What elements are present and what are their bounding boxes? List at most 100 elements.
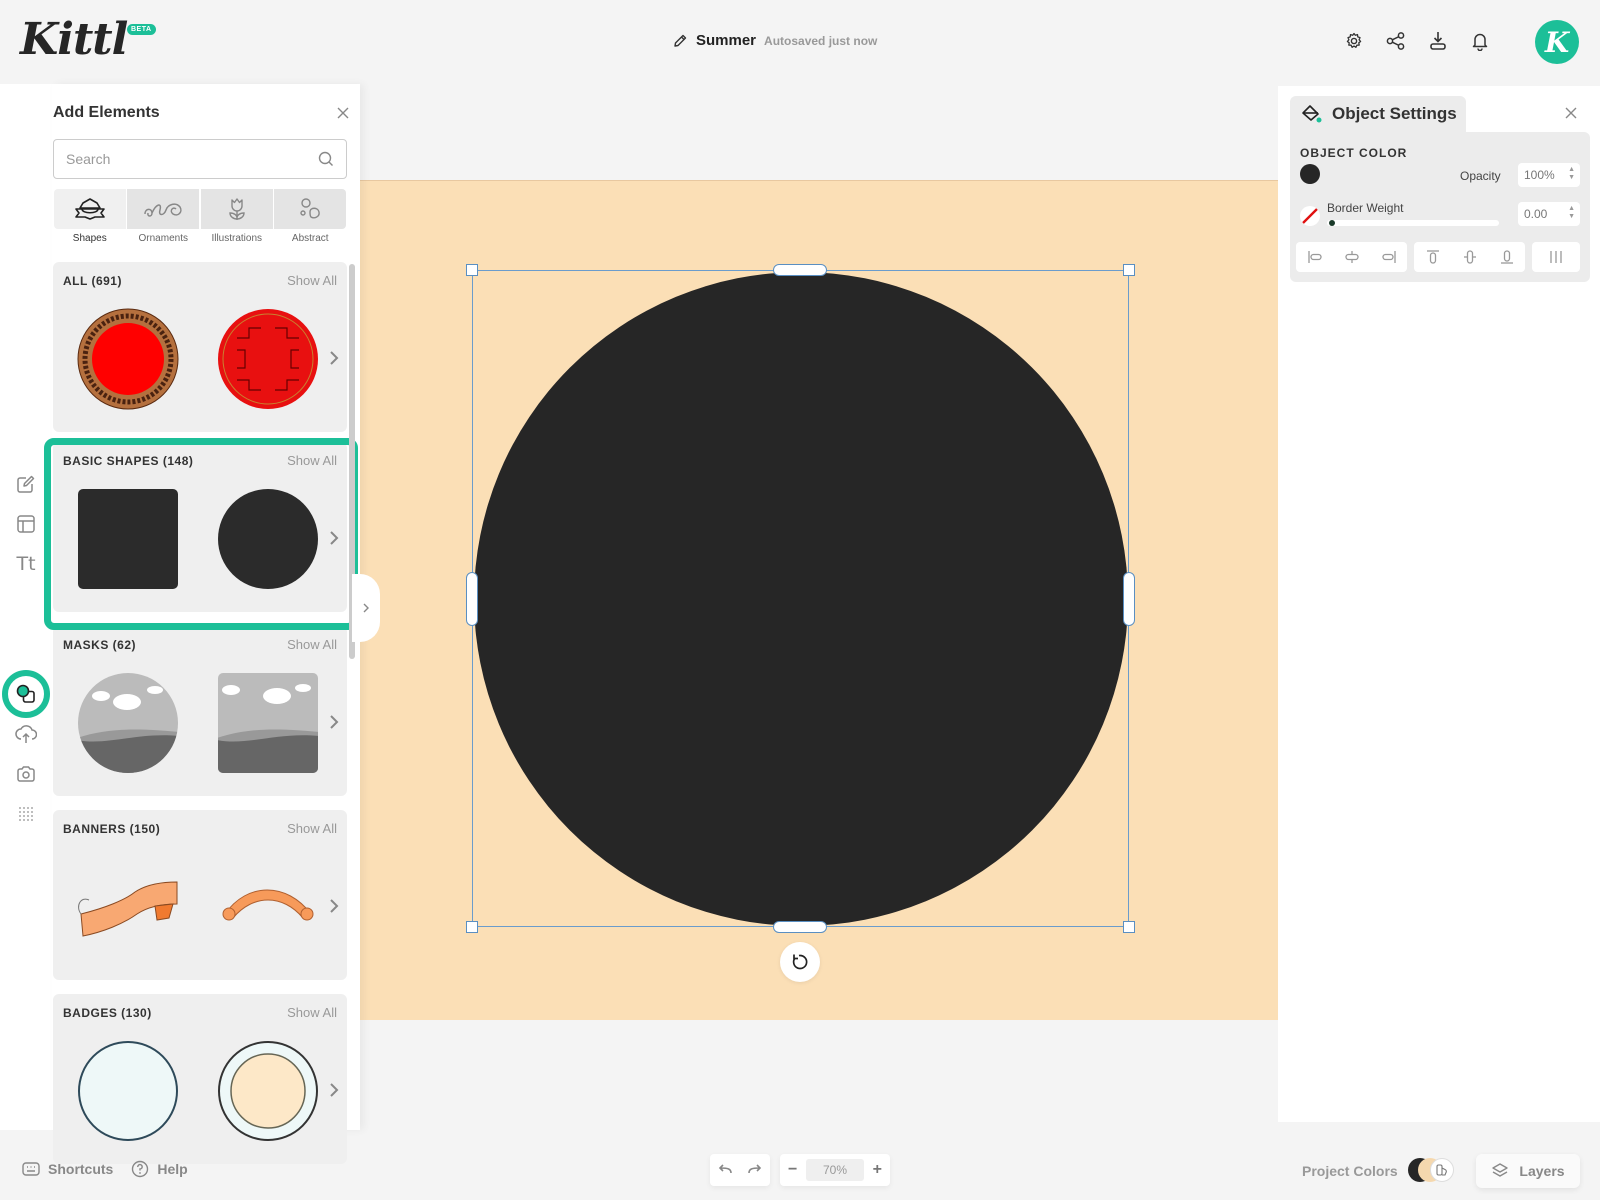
border-color-swatch[interactable] [1300, 206, 1320, 226]
section-banners: BANNERS (150) Show All [53, 810, 347, 980]
border-weight-input[interactable]: 0.00 ▲ ▼ [1518, 202, 1580, 226]
settings-body: OBJECT COLOR Opacity 100% ▲ ▼ Border Weig… [1290, 132, 1590, 282]
tab-abstract[interactable]: Abstract [274, 189, 348, 244]
align-top-button[interactable] [1414, 242, 1451, 272]
undo-icon[interactable] [717, 1164, 733, 1176]
zoom-controls: − 70% + [780, 1154, 890, 1186]
upload-icon[interactable] [14, 722, 38, 746]
resize-handle-right[interactable] [1123, 572, 1135, 626]
undo-redo-controls [710, 1154, 770, 1186]
category-tabs: Shapes Ornaments Illustrations Abstract [53, 189, 347, 244]
settings-title: Object Settings [1332, 104, 1457, 123]
chevron-right-icon[interactable] [327, 530, 341, 546]
project-colors-label[interactable]: Project Colors [1302, 1163, 1398, 1179]
distribute-button[interactable] [1532, 242, 1580, 272]
download-icon[interactable] [1428, 30, 1448, 52]
stepper-arrows-icon[interactable]: ▲ ▼ [1568, 205, 1575, 221]
align-center-horizontal-button[interactable] [1333, 242, 1370, 272]
bell-icon[interactable] [1470, 30, 1490, 52]
rotate-handle[interactable] [780, 942, 820, 982]
document-name[interactable]: Summer [696, 32, 756, 49]
square-mask-thumbnail[interactable] [217, 672, 319, 774]
circle-mask-thumbnail[interactable] [77, 672, 179, 774]
chevron-right-icon[interactable] [327, 350, 341, 366]
resize-handle-top-right[interactable] [1123, 264, 1135, 276]
selected-circle-shape[interactable] [474, 272, 1128, 926]
edit-palette-button[interactable] [1430, 1158, 1454, 1182]
header-actions [1344, 30, 1490, 52]
pencil-icon[interactable] [672, 33, 688, 49]
project-colors-swatches[interactable] [1408, 1158, 1458, 1184]
tab-shapes[interactable]: Shapes [53, 189, 127, 244]
paint-bucket-icon [1302, 105, 1322, 123]
resize-handle-left[interactable] [466, 572, 478, 626]
collapse-panel-button[interactable] [352, 574, 380, 642]
text-icon[interactable]: Tt [14, 552, 38, 576]
camera-icon[interactable] [14, 762, 38, 786]
object-settings-panel: Object Settings OBJECT COLOR Opacity 100… [1278, 86, 1600, 1122]
layers-button[interactable]: Layers [1476, 1154, 1580, 1188]
user-avatar[interactable]: K [1535, 20, 1579, 64]
add-elements-panel: Add Elements Shapes Ornaments Illustrati… [52, 84, 360, 1164]
templates-icon[interactable] [14, 512, 38, 536]
waving-banner-thumbnail[interactable] [77, 856, 179, 958]
zoom-level[interactable]: 70% [806, 1159, 864, 1181]
resize-handle-bottom-left[interactable] [466, 921, 478, 933]
square-shape-thumbnail[interactable] [77, 488, 179, 590]
tab-illustrations[interactable]: Illustrations [200, 189, 274, 244]
tab-label: Shapes [72, 233, 107, 244]
close-icon[interactable] [1564, 106, 1578, 120]
help-button[interactable]: Help [131, 1160, 188, 1178]
chevron-right-icon[interactable] [327, 1082, 341, 1098]
shortcuts-button[interactable]: Shortcuts [22, 1161, 113, 1177]
show-all-link[interactable]: Show All [287, 1005, 337, 1020]
share-icon[interactable] [1386, 30, 1406, 52]
edit-icon[interactable] [14, 472, 38, 496]
object-settings-tab[interactable]: Object Settings [1290, 96, 1466, 132]
show-all-link[interactable]: Show All [287, 453, 337, 468]
light-blue-badge-thumbnail[interactable] [77, 1040, 179, 1142]
section-title: ALL (691) [63, 274, 122, 288]
slider-knob[interactable] [1329, 220, 1335, 226]
resize-handle-bottom[interactable] [773, 921, 827, 933]
chevron-right-icon [363, 603, 369, 613]
resize-handle-top-left[interactable] [466, 264, 478, 276]
stepper-arrows-icon[interactable]: ▲ ▼ [1568, 166, 1575, 182]
elements-icon[interactable] [14, 682, 38, 706]
zoom-out-button[interactable]: − [788, 1161, 797, 1179]
align-bottom-button[interactable] [1488, 242, 1525, 272]
resize-handle-top[interactable] [773, 264, 827, 276]
beta-badge: BETA [127, 24, 156, 35]
zoom-in-button[interactable]: + [873, 1161, 882, 1179]
show-all-link[interactable]: Show All [287, 821, 337, 836]
search-icon[interactable] [318, 151, 334, 167]
help-label: Help [157, 1161, 188, 1177]
dots-grid-icon[interactable] [14, 802, 38, 826]
layers-label: Layers [1519, 1163, 1565, 1179]
tulip-icon [229, 198, 245, 220]
cream-badge-thumbnail[interactable] [217, 1040, 319, 1142]
align-center-vertical-icon [1463, 250, 1476, 264]
object-color-swatch[interactable] [1300, 164, 1320, 184]
resize-handle-bottom-right[interactable] [1123, 921, 1135, 933]
show-all-link[interactable]: Show All [287, 637, 337, 652]
circle-shape-thumbnail[interactable] [217, 488, 319, 590]
arched-banner-thumbnail[interactable] [217, 856, 319, 958]
redo-icon[interactable] [747, 1164, 763, 1176]
ornate-red-circle-thumbnail[interactable] [77, 308, 179, 410]
settings-icon[interactable] [1344, 30, 1364, 52]
kittl-logo[interactable]: Kittl [20, 14, 128, 65]
opacity-input[interactable]: 100% ▲ ▼ [1518, 163, 1580, 187]
align-center-vertical-button[interactable] [1451, 242, 1488, 272]
chevron-right-icon[interactable] [327, 714, 341, 730]
align-right-icon [1381, 251, 1396, 263]
chevron-right-icon[interactable] [327, 898, 341, 914]
align-right-button[interactable] [1370, 242, 1407, 272]
search-input[interactable] [66, 151, 318, 167]
close-icon[interactable] [336, 106, 350, 120]
red-lattice-circle-thumbnail[interactable] [217, 308, 319, 410]
border-weight-slider[interactable] [1327, 220, 1499, 226]
tab-ornaments[interactable]: Ornaments [127, 189, 201, 244]
align-left-button[interactable] [1296, 242, 1333, 272]
show-all-link[interactable]: Show All [287, 273, 337, 288]
